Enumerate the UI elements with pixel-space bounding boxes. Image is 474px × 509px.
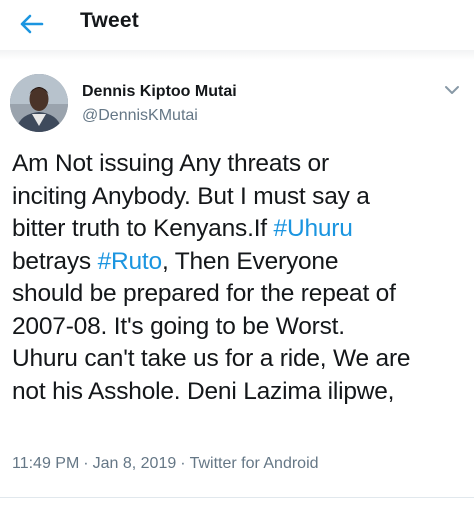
tweet-text-segment: betrays [12, 247, 98, 275]
tweet-text-segment: Uhuru can't take us for a ride, We are [12, 345, 411, 372]
arrow-left-icon[interactable] [12, 7, 52, 41]
tweet-line: inciting Anybody. But I must say a [12, 181, 470, 214]
separator-dot: · [83, 455, 89, 472]
tweet-time: 11:49 PM [12, 455, 80, 472]
tweet-line: Am Not issuing Any threats or [12, 148, 470, 181]
tweet-line: should be prepared for the repeat of [12, 278, 470, 311]
top-bar: Tweet [0, 0, 474, 51]
tweet-line: not his Asshole. Deni Lazima ilipwe, [12, 376, 470, 409]
user-photo-icon [10, 74, 68, 132]
header-shadow [0, 50, 474, 60]
tweet-line: betrays #Ruto, Then Everyone [12, 246, 470, 279]
author-handle[interactable]: @DennisKMutai [82, 107, 198, 125]
tweet-line: 2007-08. It's going to be Worst. [12, 311, 470, 344]
tweet-text-segment: inciting Anybody. But I must say a [12, 182, 370, 210]
tweet-line: bitter truth to Kenyans.If #Uhuru [12, 213, 470, 246]
tweet-text-segment: 2007-08. It's going to be Worst. [12, 312, 345, 340]
hashtag-link[interactable]: #Ruto [98, 248, 163, 275]
tweet-text-segment: not his Asshole. Deni Lazima ilipwe, [12, 377, 395, 405]
page-title: Tweet [80, 9, 139, 32]
tweet-text: Am Not issuing Any threats or inciting An… [12, 148, 470, 408]
divider [0, 497, 474, 498]
avatar[interactable] [10, 74, 68, 132]
author-name[interactable]: Dennis Kiptoo Mutai [82, 83, 237, 101]
tweet-metadata: 11:49 PM · Jan 8, 2019 · Twitter for Android [12, 455, 319, 473]
tweet-text-segment: should be prepared for the repeat of [12, 280, 396, 307]
hashtag-link[interactable]: #Uhuru [274, 215, 353, 242]
tweet-source-link[interactable]: Twitter for Android [190, 455, 319, 472]
tweet-text-segment: Am Not issuing Any threats or [12, 150, 329, 177]
tweet-text-segment: bitter truth to Kenyans.If [12, 215, 274, 242]
separator-dot: · [180, 455, 186, 472]
tweet-line: Uhuru can't take us for a ride, We are [12, 343, 470, 376]
tweet-date: Jan 8, 2019 [92, 455, 177, 472]
chevron-down-icon[interactable] [440, 80, 464, 100]
tweet-text-segment: , Then Everyone [161, 247, 339, 275]
